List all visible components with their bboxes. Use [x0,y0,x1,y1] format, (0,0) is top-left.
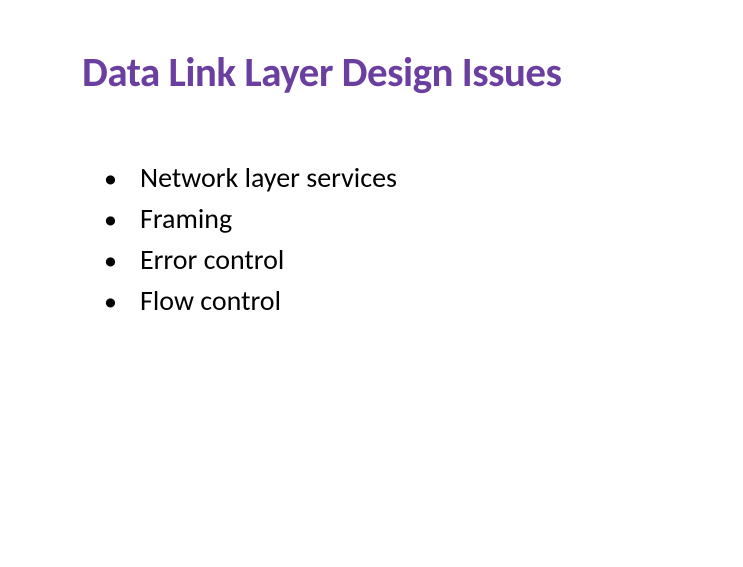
bullet-text: Network layer services [140,160,397,195]
list-item: • Framing [104,201,397,236]
bullet-icon: • [104,162,140,194]
bullet-text: Flow control [140,283,281,318]
bullet-icon: • [104,285,140,317]
list-item: • Flow control [104,283,397,318]
list-item: • Network layer services [104,160,397,195]
bullet-icon: • [104,244,140,276]
list-item: • Error control [104,242,397,277]
bullet-text: Error control [140,242,284,277]
bullet-list: • Network layer services • Framing • Err… [104,160,397,324]
slide-title: Data Link Layer Design Issues [82,48,561,98]
bullet-text: Framing [140,201,232,236]
bullet-icon: • [104,203,140,235]
